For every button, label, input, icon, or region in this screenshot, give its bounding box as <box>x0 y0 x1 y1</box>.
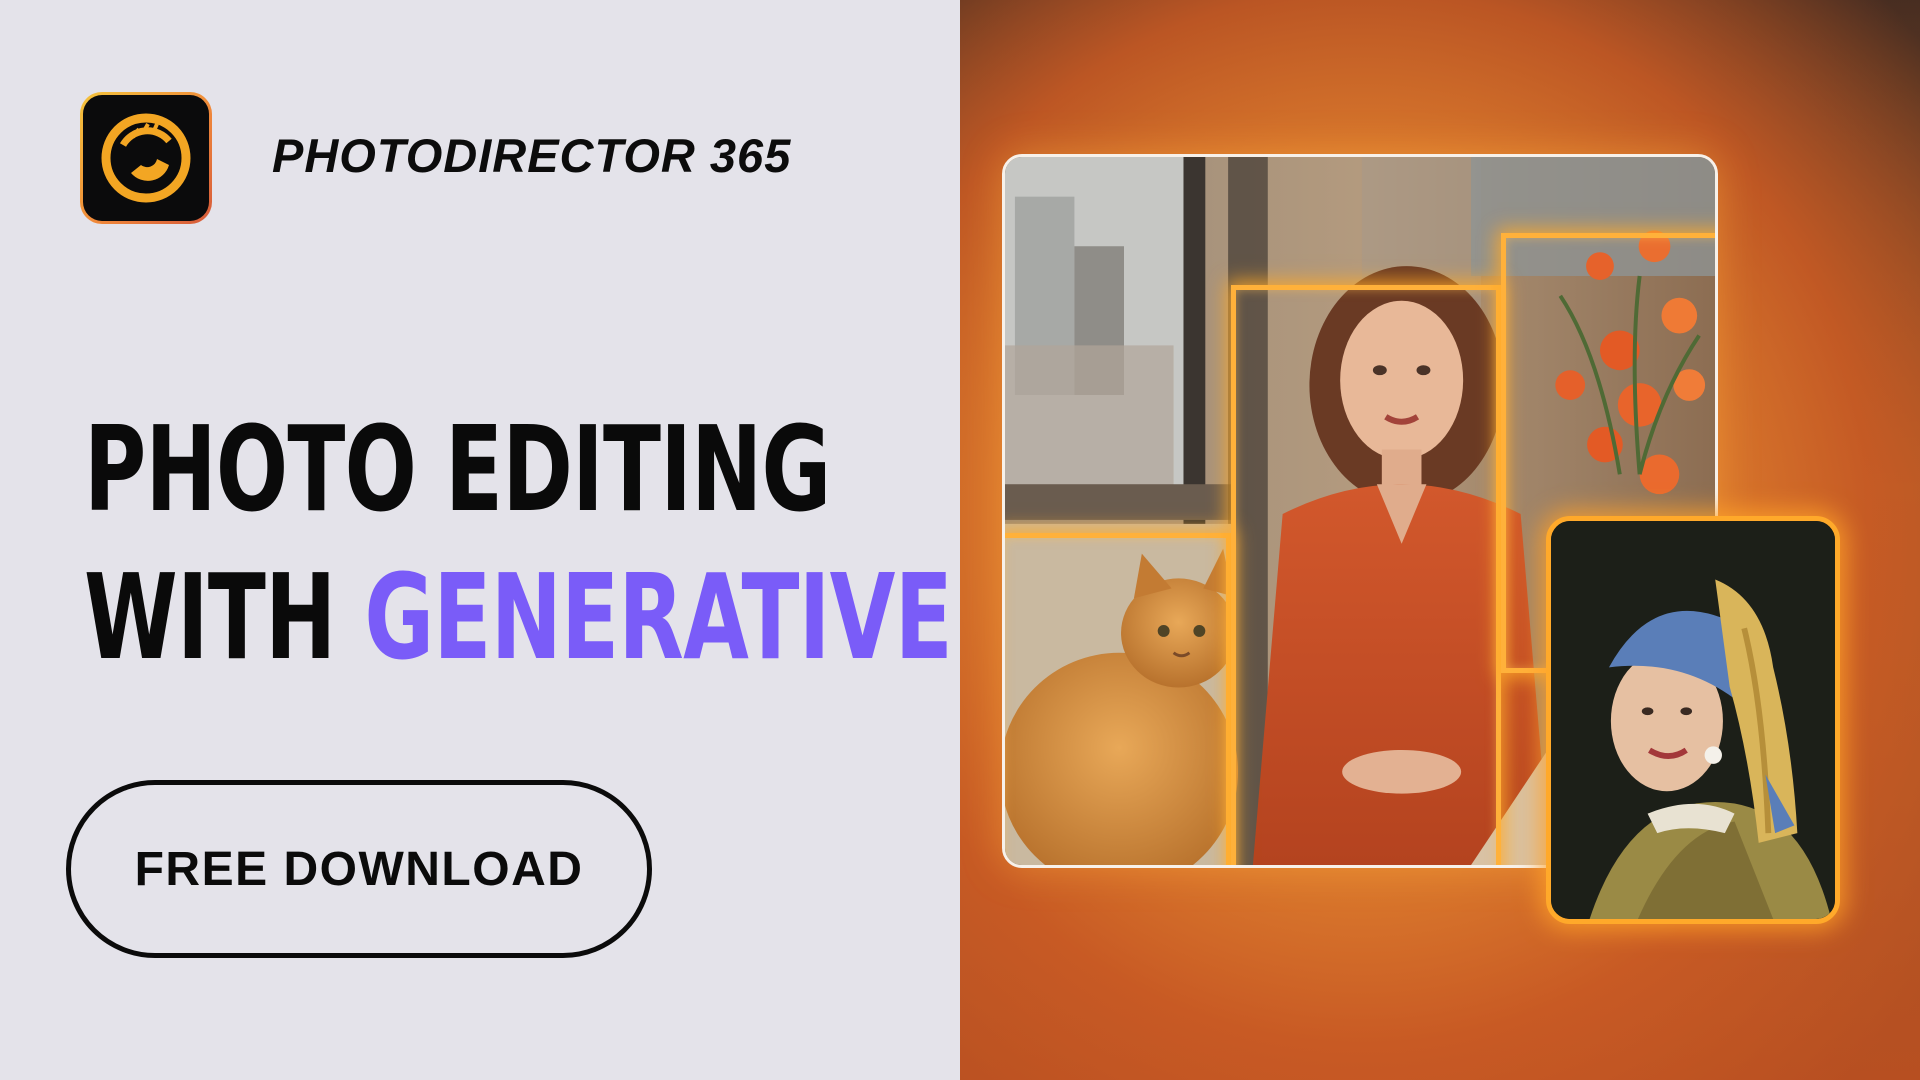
hero-image-panel <box>960 0 1920 1080</box>
headline: PHOTO EDITING WITH GENERATIVE AI <box>84 395 1078 691</box>
brand-name: PHOTODIRECTOR 365 <box>272 129 792 182</box>
free-download-label: FREE DOWNLOAD <box>134 842 584 896</box>
left-panel: PHOTODIRECTOR 365 PHOTO EDITING WITH GEN… <box>0 0 1078 1080</box>
headline-line-1: PHOTO EDITING <box>84 400 831 538</box>
free-download-button[interactable]: FREE DOWNLOAD <box>66 780 652 958</box>
portrait-pearl-earring-style <box>1546 516 1840 924</box>
photodirector-logo-icon <box>80 92 212 224</box>
headline-prefix: WITH <box>84 548 365 686</box>
headline-line-2: WITH GENERATIVE AI <box>84 543 1078 691</box>
